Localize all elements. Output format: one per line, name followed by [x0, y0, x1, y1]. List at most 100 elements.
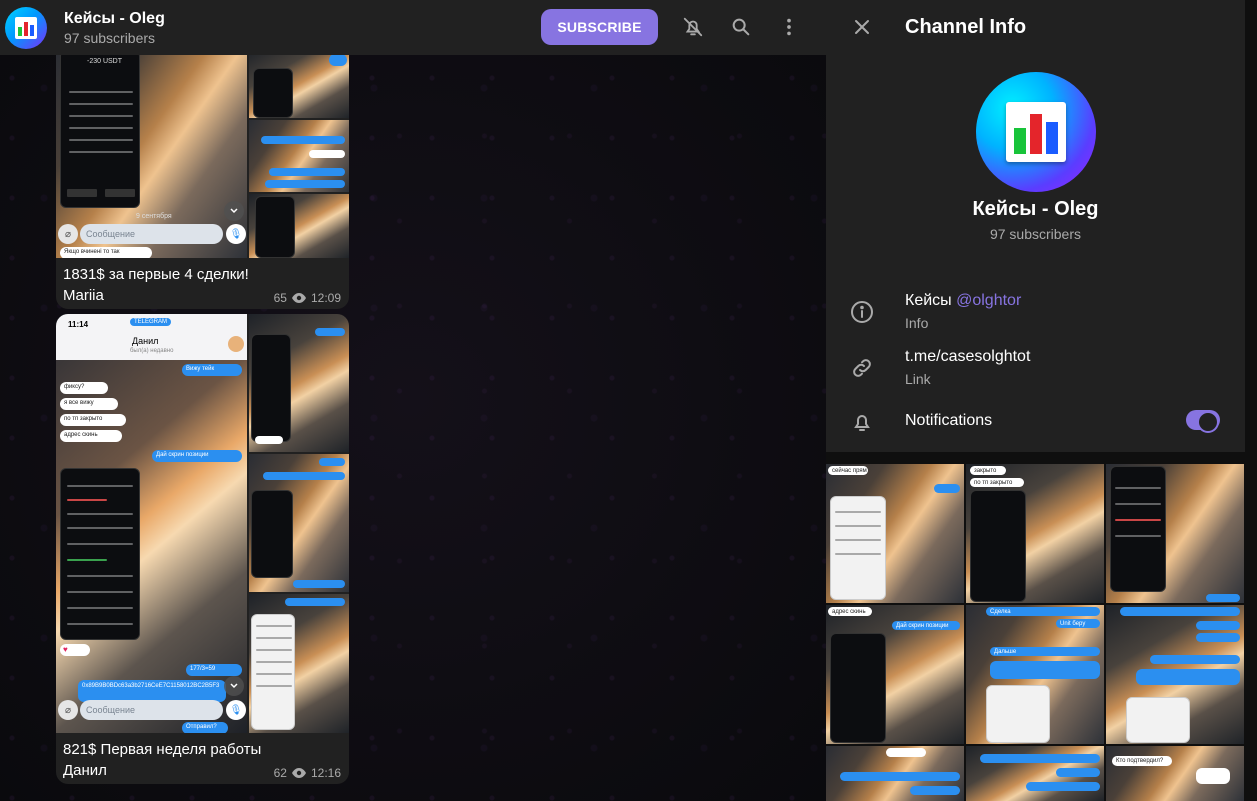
message-time: 12:16 [310, 766, 341, 780]
photo-tile[interactable] [249, 120, 349, 192]
notifications-label: Notifications [905, 412, 993, 429]
media-snippet: адрес скинь [828, 607, 872, 616]
contact-name: Данил [132, 336, 159, 346]
info-text: Кейсы @olghtor [905, 292, 1021, 310]
channel-avatar[interactable] [5, 6, 47, 49]
status-time: 11:14 [68, 320, 89, 329]
caption-line-title: 1831$ за первые 4 сделки! [63, 266, 249, 283]
info-row-link[interactable]: t.me/casesolghtot Link [826, 342, 1245, 394]
photo-tile[interactable]: 11:14 TELEGRAM Данил был(а) недавно Вижу… [56, 314, 247, 733]
media-thumbnail[interactable]: закрыто по тп закрыто [966, 464, 1104, 603]
chat-bubble: 0x89B9B0BDc63a3b2716CeE7C1158012BC2B5F3 [78, 680, 226, 702]
link-label: Link [905, 371, 931, 387]
phone-screenshot: -230 USDT [60, 50, 140, 208]
media-snippet: Кто подтвердил? [1112, 756, 1172, 766]
panel-subscribers: 97 subscribers [989, 226, 1082, 242]
info-row-notifications[interactable]: Notifications [826, 398, 1245, 450]
media-snippet: закрыто [970, 466, 1006, 475]
channel-title: Кейсы - Oleg [64, 9, 165, 27]
eye-icon [291, 768, 306, 778]
subscribe-button[interactable]: SUBSCRIBE [541, 9, 658, 45]
media-thumbnail[interactable]: адрес скинь Дай скрин позиции [826, 605, 964, 744]
info-icon [850, 300, 874, 324]
message-meta: 65 12:09 [274, 291, 341, 305]
chart-logo-icon [1006, 102, 1066, 162]
channel-info-card: Channel Info Кейсы - Oleg 97 subscribers… [826, 0, 1245, 452]
mic-icon: 🎙 [226, 700, 246, 720]
media-thumbnail[interactable] [1106, 464, 1244, 603]
date-chip: 9 сентября [136, 213, 172, 220]
chat-bubble: Дай скрин позиции [152, 450, 242, 462]
attach-icon: ⌀ [58, 700, 78, 720]
bell-icon [850, 410, 874, 434]
message-time: 12:09 [310, 291, 341, 305]
chat-bubble: Якщо вчинені то так [60, 247, 152, 258]
chat-bubble: адрес скинь [60, 430, 122, 442]
photo-tile[interactable] [249, 314, 349, 452]
photo-tile[interactable]: -230 USDT 9 сентября ⌀ Сообщение 🎙 Якщо … [56, 50, 247, 258]
media-thumbnail[interactable] [1106, 605, 1244, 744]
mic-icon: 🎙 [226, 224, 246, 244]
media-thumbnail[interactable] [826, 746, 964, 801]
chat-bubble: по тп закрыто [60, 414, 126, 426]
channel-title-block[interactable]: Кейсы - Oleg 97 subscribers [64, 10, 165, 46]
info-handle-link[interactable]: @olghtor [956, 292, 1021, 309]
reaction-chip: ♥ [60, 644, 90, 656]
info-row-description[interactable]: Кейсы @olghtor Info [826, 286, 1245, 338]
status-app: TELEGRAM [130, 318, 172, 326]
media-thumbnail[interactable] [966, 746, 1104, 801]
caption-line-title: 821$ Первая неделя работы [63, 741, 262, 758]
panel-title: Channel Info [905, 16, 1027, 38]
chat-header[interactable]: Кейсы - Oleg 97 subscribers SUBSCRIBE [0, 0, 826, 55]
amount-text: -230 USDT [87, 58, 123, 65]
avatar [228, 336, 244, 352]
media-snippet: сейчас прям ? [828, 466, 868, 475]
attach-icon: ⌀ [58, 224, 78, 244]
media-thumbnail[interactable]: Сделка Unit беру Дальше [966, 605, 1104, 744]
info-prefix: Кейсы [905, 292, 952, 309]
photo-tile[interactable] [249, 594, 349, 733]
media-thumbnail[interactable]: Кто подтвердил? [1106, 746, 1244, 801]
contact-status: был(а) недавно [130, 348, 174, 354]
info-label: Info [905, 315, 929, 331]
more-icon[interactable] [776, 14, 802, 40]
search-icon[interactable] [728, 14, 754, 40]
media-message[interactable]: 11:14 TELEGRAM Данил был(а) недавно Вижу… [56, 314, 349, 784]
message-meta: 62 12:16 [274, 766, 341, 780]
media-album[interactable]: -230 USDT 9 сентября ⌀ Сообщение 🎙 Якщо … [56, 50, 349, 258]
media-album[interactable]: 11:14 TELEGRAM Данил был(а) недавно Вижу… [56, 314, 349, 733]
media-message[interactable]: -230 USDT 9 сентября ⌀ Сообщение 🎙 Якщо … [56, 50, 349, 309]
media-snippet: Дай скрин позиции [892, 621, 960, 630]
message-input-preview: Сообщение [80, 224, 223, 244]
message-input-preview: Сообщение [80, 700, 223, 720]
eye-icon [291, 293, 306, 303]
photo-tile[interactable] [249, 454, 349, 592]
channel-avatar-large[interactable] [976, 72, 1096, 192]
chat-area: Кейсы - Oleg 97 subscribers SUBSCRIBE -2… [0, 0, 826, 801]
photo-tile[interactable] [249, 194, 349, 258]
phone-screenshot [60, 468, 140, 640]
panel-channel-name: Кейсы - Oleg [972, 198, 1099, 220]
channel-link: t.me/casesolghtot [905, 348, 1031, 365]
media-snippet: Сделка [986, 607, 1100, 616]
views-count: 65 [273, 291, 287, 305]
chevron-down-icon [224, 201, 244, 221]
media-snippet: по тп закрыто [970, 478, 1024, 487]
chevron-down-icon [224, 676, 244, 696]
channel-info-panel: Channel Info Кейсы - Oleg 97 subscribers… [826, 0, 1257, 801]
views-count: 62 [273, 766, 287, 780]
close-icon[interactable] [850, 15, 874, 39]
photo-tile[interactable] [249, 50, 349, 118]
chat-bubble: я все вижу [60, 398, 118, 410]
mute-icon[interactable] [680, 14, 706, 40]
link-icon [850, 356, 874, 380]
chart-logo-icon [15, 16, 37, 39]
notifications-toggle[interactable] [1186, 410, 1220, 433]
chat-bubble: 177/3=59 [186, 664, 242, 676]
chat-bubble: фиксу? [60, 382, 108, 394]
channel-subscribers: 97 subscribers [64, 29, 156, 46]
media-snippet: Дальше [990, 647, 1100, 656]
media-snippet: Unit беру [1056, 619, 1100, 628]
media-thumbnail[interactable]: сейчас прям ? [826, 464, 964, 603]
shared-media-grid: сейчас прям ? закрыто по тп закрыто адре… [826, 464, 1245, 801]
